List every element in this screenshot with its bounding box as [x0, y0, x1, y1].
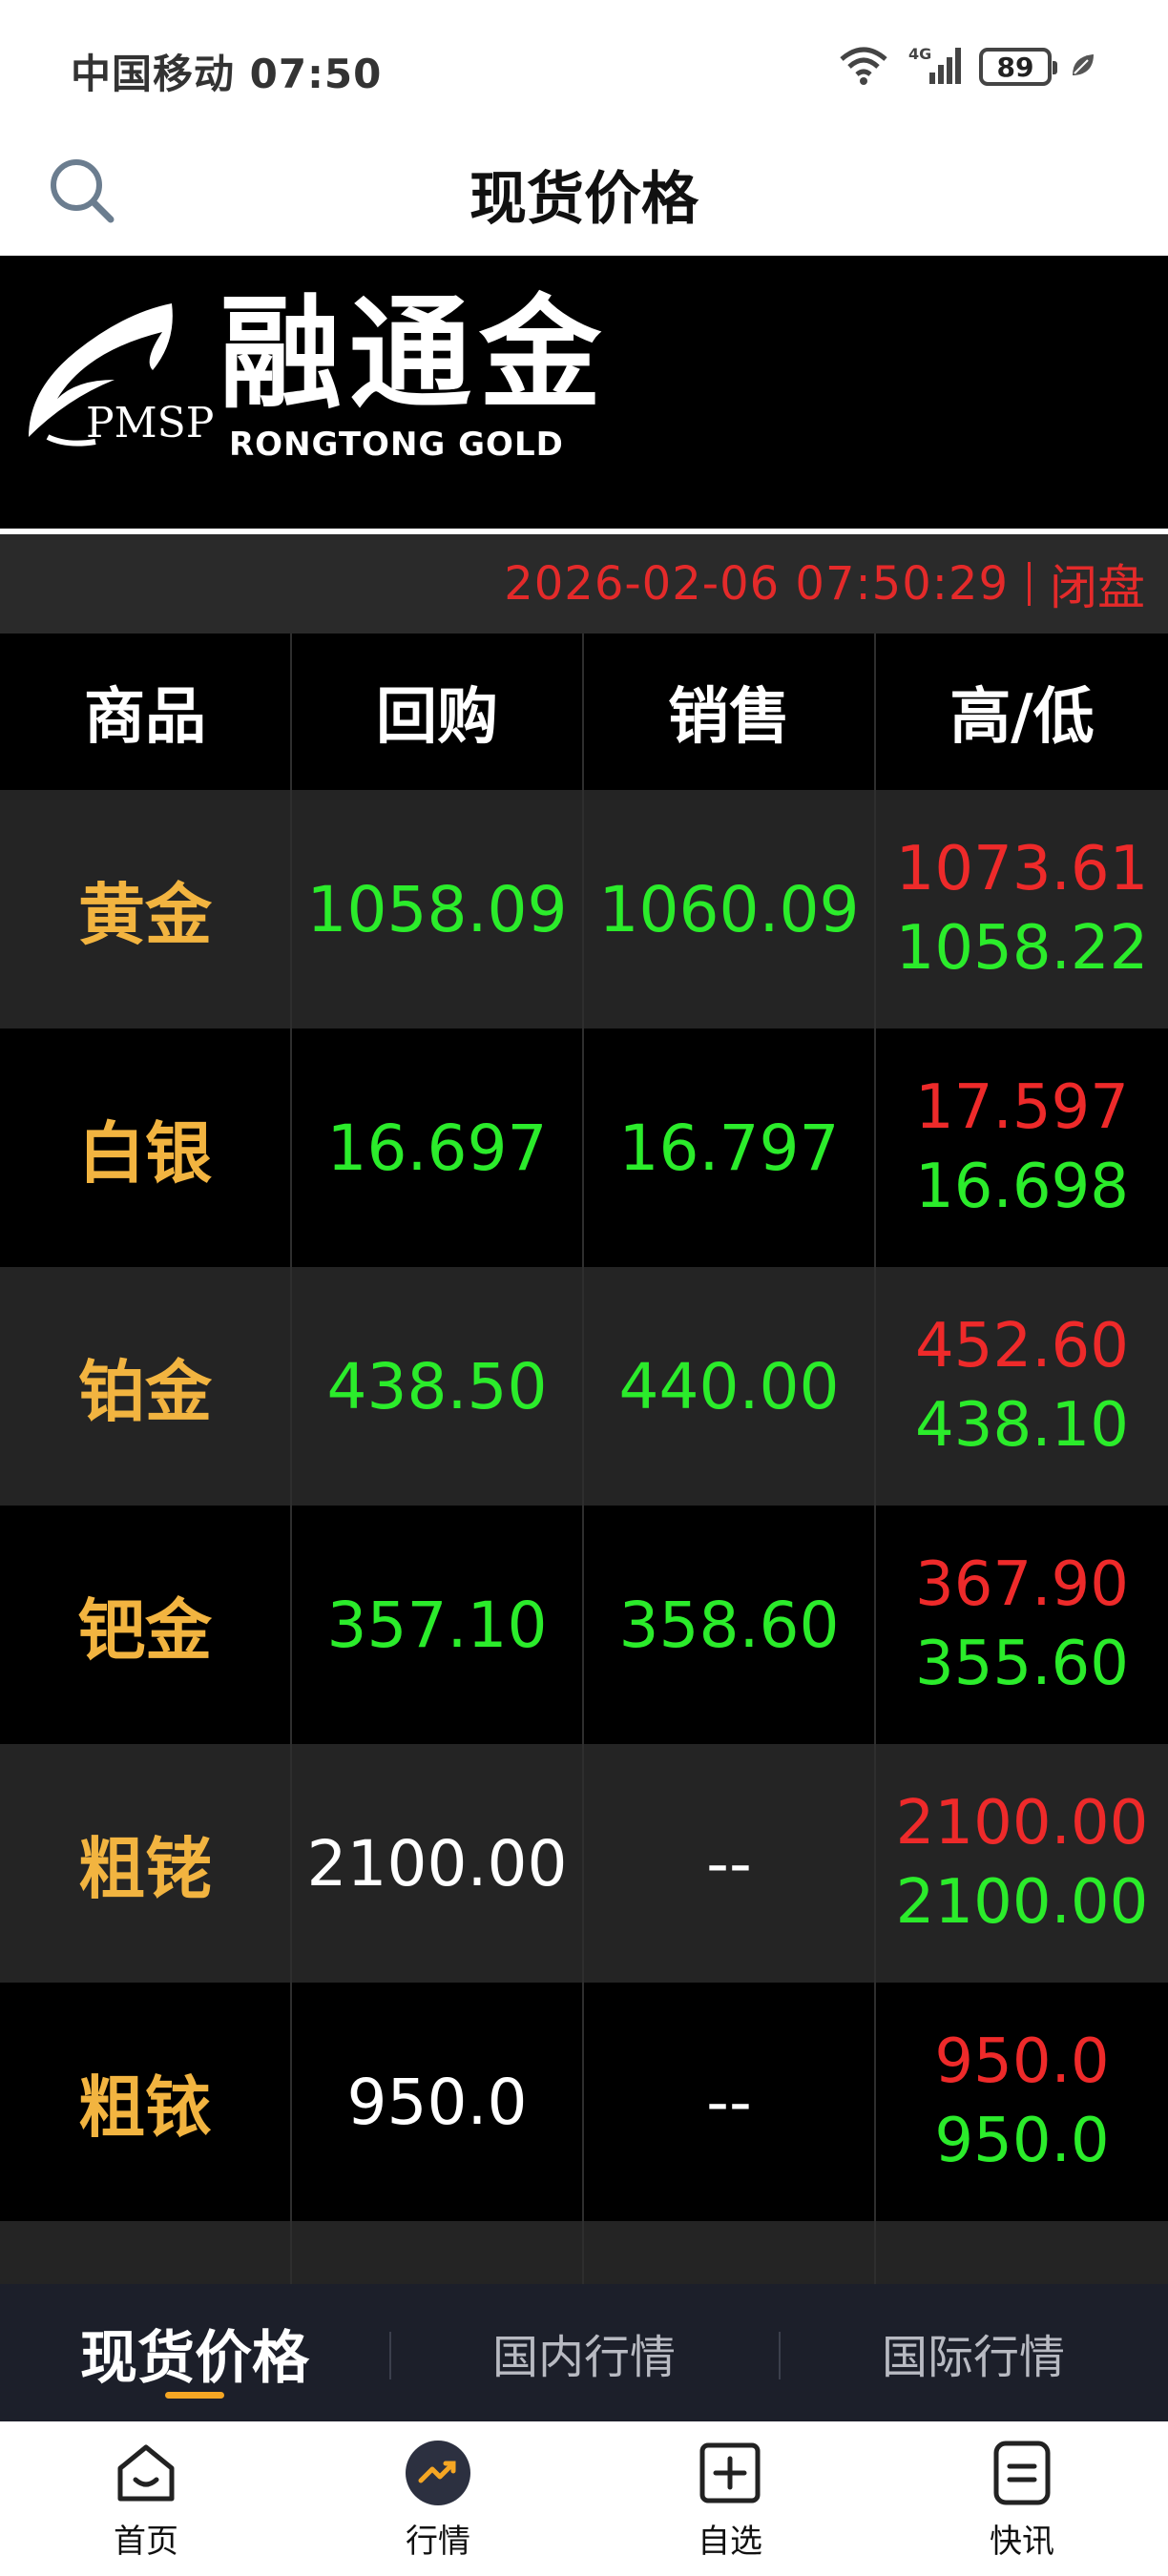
table-row-partial[interactable]	[0, 2221, 1168, 2284]
high-low: 1073.61 1058.22	[876, 790, 1168, 1028]
table-row[interactable]: 钯金 357.10 358.60 367.90 355.60	[0, 1506, 1168, 1744]
status-carrier-time: 中国移动 07:50	[71, 42, 382, 100]
battery-level: 89	[996, 51, 1034, 83]
wifi-icon	[836, 44, 891, 90]
nav-news-label: 快讯	[990, 2523, 1054, 2561]
nav-news[interactable]: 快讯	[876, 2421, 1168, 2576]
high-price: 17.597	[915, 1071, 1129, 1143]
table-row[interactable]: 铂金 438.50 440.00 452.60 438.10	[0, 1267, 1168, 1506]
status-bar: 中国移动 07:50 4G 89	[0, 0, 1168, 134]
table-row[interactable]: 黄金 1058.09 1060.09 1073.61 1058.22	[0, 790, 1168, 1028]
bottom-navigation: 首页 行情 自选 快讯	[0, 2421, 1168, 2576]
product-name: 黄金	[0, 790, 292, 1028]
low-price: 438.10	[915, 1390, 1129, 1461]
tab-spot-price[interactable]: 现货价格	[0, 2284, 389, 2421]
sell-price: 358.60	[584, 1506, 876, 1744]
sell-price: 16.797	[584, 1028, 876, 1267]
low-price: 950.0	[934, 2106, 1110, 2176]
product-name: 粗铱	[0, 1983, 292, 2221]
buyback-price: 438.50	[292, 1267, 584, 1506]
status-divider	[1028, 562, 1031, 606]
header-high-low: 高/低	[949, 682, 1095, 753]
quote-timestamp: 2026-02-06 07:50:29	[504, 557, 1009, 611]
buyback-price: 950.0	[292, 1983, 584, 2221]
product-name: 粗铑	[0, 1744, 292, 1983]
market-state: 闭盘	[1050, 560, 1145, 615]
status-icons: 4G 89	[836, 42, 1097, 92]
table-row[interactable]: 粗铱 950.0 -- 950.0 950.0	[0, 1983, 1168, 2221]
buyback-price	[292, 2221, 584, 2284]
header-buyback: 回购	[292, 634, 584, 790]
market-sub-tabs: 现货价格 国内行情 国际行情	[0, 2284, 1168, 2421]
table-header: 商品 回购 销售 高/低	[0, 634, 1168, 790]
nav-market-label: 行情	[406, 2523, 470, 2561]
sell-price: --	[584, 1983, 876, 2221]
product-name: 钯金	[0, 1506, 292, 1744]
high-price: 1073.61	[895, 833, 1149, 904]
buyback-price: 357.10	[292, 1506, 584, 1744]
high-low: 17.597 16.698	[876, 1028, 1168, 1267]
high-low: 950.0 950.0	[876, 1983, 1168, 2221]
battery-indicator: 89	[979, 48, 1057, 86]
sell-price: 440.00	[584, 1267, 876, 1506]
low-price: 2100.00	[895, 1867, 1149, 1938]
leaf-icon	[1069, 51, 1097, 83]
buyback-price: 1058.09	[292, 790, 584, 1028]
buyback-price: 2100.00	[292, 1744, 584, 1983]
high-price: 367.90	[915, 1548, 1129, 1620]
high-price: 452.60	[915, 1310, 1129, 1381]
nav-watchlist-label: 自选	[698, 2523, 762, 2561]
product-name: 铂金	[0, 1267, 292, 1506]
header-product: 商品	[0, 634, 292, 790]
brand-banner: PMSP 融通金 RONGTONG GOLD	[0, 256, 1168, 529]
home-icon	[110, 2437, 182, 2509]
high-low: 367.90 355.60	[876, 1506, 1168, 1744]
app-header: 现货价格	[0, 134, 1168, 256]
brand-name-en: RONGTONG GOLD	[229, 426, 564, 464]
sell-price	[584, 2221, 876, 2284]
nav-market[interactable]: 行情	[292, 2421, 584, 2576]
svg-text:4G: 4G	[908, 45, 931, 63]
buyback-price: 16.697	[292, 1028, 584, 1267]
low-price: 16.698	[915, 1152, 1129, 1222]
product-name: 白银	[0, 1028, 292, 1267]
sell-price: 1060.09	[584, 790, 876, 1028]
table-row[interactable]: 粗铑 2100.00 -- 2100.00 2100.00	[0, 1744, 1168, 1983]
high-low: 2100.00 2100.00	[876, 1744, 1168, 1983]
market-icon	[402, 2437, 474, 2509]
nav-watchlist[interactable]: 自选	[584, 2421, 876, 2576]
add-watchlist-icon	[694, 2437, 766, 2509]
nav-home-label: 首页	[114, 2523, 178, 2561]
signal-icon: 4G	[908, 44, 962, 90]
high-low	[876, 2221, 1168, 2284]
high-price: 950.0	[934, 2025, 1110, 2097]
tab-domestic-market[interactable]: 国内行情	[389, 2284, 779, 2421]
price-table: 商品 回购 销售 高/低 黄金 1058.09 1060.09 1073.61 …	[0, 634, 1168, 2284]
brand-abbr: PMSP	[86, 399, 215, 447]
news-icon	[986, 2437, 1058, 2509]
brand-name-cn: 融通金	[219, 283, 610, 426]
high-low: 452.60 438.10	[876, 1267, 1168, 1506]
market-status-bar: 2026-02-06 07:50:29 闭盘	[0, 534, 1168, 634]
clock: 07:50	[249, 51, 383, 97]
low-price: 1058.22	[895, 913, 1149, 984]
high-price: 2100.00	[895, 1787, 1149, 1859]
nav-home[interactable]: 首页	[0, 2421, 292, 2576]
table-row[interactable]: 白银 16.697 16.797 17.597 16.698	[0, 1028, 1168, 1267]
page-title: 现货价格	[469, 166, 699, 233]
sell-price: --	[584, 1744, 876, 1983]
product-name	[0, 2221, 292, 2284]
header-sell: 销售	[584, 634, 876, 790]
tab-international-market[interactable]: 国际行情	[779, 2284, 1168, 2421]
low-price: 355.60	[915, 1629, 1129, 1699]
carrier-name: 中国移动	[71, 51, 236, 97]
